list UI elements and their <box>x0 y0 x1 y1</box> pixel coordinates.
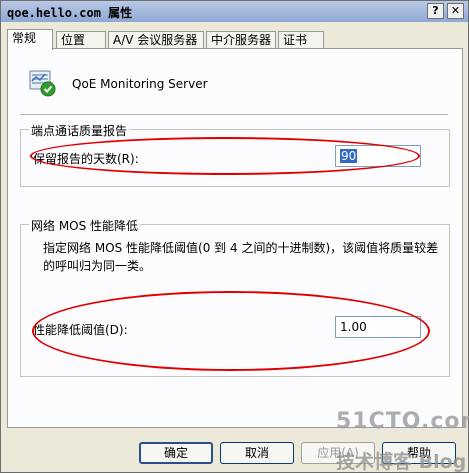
mos-description: 指定网络 MOS 性能降低阈值(0 到 4 之间的十进制数)，该阈值将质量较差的… <box>43 241 439 273</box>
threshold-input[interactable]: 1.00 <box>335 316 421 338</box>
tab-av-conferencing[interactable]: A/V 会议服务器 <box>108 31 204 49</box>
tab-general[interactable]: 常规 <box>7 29 53 50</box>
mos-group-title: 网络 MOS 性能降低 <box>29 217 141 234</box>
endpoint-quality-group: 端点通话质量报告 保留报告的天数(R): 90 <box>20 122 450 187</box>
threshold-label: 性能降低阈值(D): <box>33 323 128 337</box>
retention-days-label: 保留报告的天数(R): <box>33 152 139 166</box>
separator <box>20 114 448 115</box>
ok-button[interactable]: 确定 <box>139 442 213 464</box>
general-tab-panel: QoE Monitoring Server 端点通话质量报告 保留报告的天数(R… <box>7 48 463 428</box>
endpoint-group-title: 端点通话质量报告 <box>29 122 130 139</box>
retention-days-value: 90 <box>340 149 358 163</box>
mos-degradation-group: 网络 MOS 性能降低 指定网络 MOS 性能降低阈值(0 到 4 之间的十进制… <box>20 217 450 377</box>
watermark-blog: 技术博客 Blog <box>336 451 467 473</box>
server-name: QoE Monitoring Server <box>72 77 208 91</box>
properties-dialog: qoe.hello.com 属性 ? ✕ 常规 位置 A/V 会议服务器 中介服… <box>0 0 469 473</box>
window-title: qoe.hello.com 属性 <box>7 6 133 20</box>
title-bar: qoe.hello.com 属性 ? ✕ <box>1 1 468 22</box>
cancel-button[interactable]: 取消 <box>220 442 294 464</box>
retention-days-input[interactable]: 90 <box>335 145 421 167</box>
tab-certificate[interactable]: 证书 <box>278 31 324 49</box>
server-check-icon <box>29 70 56 97</box>
watermark-site: 51CTO.com <box>336 409 469 434</box>
title-help-button[interactable]: ? <box>427 3 444 19</box>
close-button[interactable]: ✕ <box>447 3 464 19</box>
tab-mediation[interactable]: 中介服务器 <box>206 31 276 49</box>
tab-location[interactable]: 位置 <box>56 31 106 49</box>
